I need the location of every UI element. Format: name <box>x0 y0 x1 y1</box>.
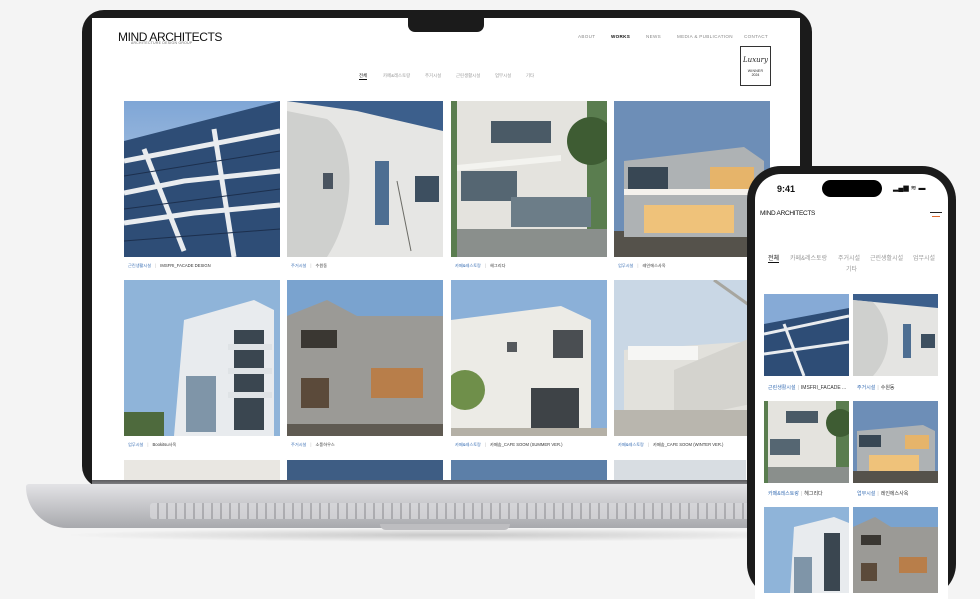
nav-news[interactable]: NEWS <box>646 34 661 39</box>
project-title: IMSFRI_FACADE ... <box>800 385 847 391</box>
project-category: 주거시설 <box>291 442 307 447</box>
project-title: 수원동 <box>880 385 895 391</box>
project-caption[interactable]: 주거시설 | 소풍하우스 <box>291 442 335 448</box>
project-thumb-partial[interactable] <box>451 460 607 480</box>
project-thumb-partial[interactable] <box>614 460 746 480</box>
phone-status-icons: ▂▄▆ ≋ ▬ <box>893 185 926 192</box>
phone-project-thumb[interactable] <box>853 294 938 376</box>
project-category: 근린생활시설 <box>768 385 796 391</box>
phone-project-caption[interactable]: 카페&레스토랑 | 헤그리다 <box>768 490 823 497</box>
project-thumb-cafe-terraces[interactable] <box>451 101 607 257</box>
phone-filter-cafe-restaurant[interactable]: 카페&레스토랑 <box>790 253 827 262</box>
site-logo-subtitle: ARCHITECTURE DESIGN GROUP <box>131 41 193 45</box>
laptop-notch <box>408 18 484 32</box>
project-category: 근린생활시설 <box>128 263 152 268</box>
phone-status-time: 9:41 <box>777 184 796 194</box>
phone-project-caption[interactable]: 업무시설 | 레인에스사옥 <box>857 490 908 497</box>
phone-project-thumb[interactable] <box>853 507 938 593</box>
laptop-trackpad-notch <box>380 524 510 530</box>
phone-project-thumb[interactable] <box>764 294 849 376</box>
phone-project-thumb[interactable] <box>853 401 938 483</box>
phone-menu-icon[interactable] <box>930 212 942 214</box>
project-caption[interactable]: 업무시설 | Bookitsu사옥 <box>128 442 176 448</box>
nav-media-publication[interactable]: MEDIA & PUBLICATION <box>677 34 733 39</box>
phone-site-logo[interactable]: MIND ARCHITECTS <box>760 210 815 217</box>
phone-project-thumb[interactable] <box>764 507 849 593</box>
project-thumb-partial[interactable] <box>287 460 443 480</box>
project-title: Bookitsu사옥 <box>152 442 177 447</box>
award-badge: Luxury WINNER 2024 <box>740 46 771 86</box>
project-category: 카페&레스토랑 <box>455 442 481 447</box>
project-thumb-cafe-summer[interactable] <box>451 280 607 436</box>
phone-project-thumb[interactable] <box>764 401 849 483</box>
project-caption[interactable]: 카페&레스토랑 | 카페숨_CAFE SOOM (SUMMER VER.) <box>455 442 563 448</box>
phone-dynamic-island <box>822 180 882 197</box>
filter-office[interactable]: 업무시설 <box>495 73 511 79</box>
filter-residential[interactable]: 주거시설 <box>425 73 441 79</box>
filter-etc[interactable]: 기타 <box>526 73 534 79</box>
project-thumb-tower[interactable] <box>124 280 280 436</box>
project-caption[interactable]: 주거시설 | 수원동 <box>291 263 327 269</box>
nav-about[interactable]: ABOUT <box>578 34 595 39</box>
project-thumb-white-house[interactable] <box>287 101 443 257</box>
filter-all[interactable]: 전체 <box>359 73 368 80</box>
project-title: 카페숨_CAFE SOOM (WINTER VER.) <box>653 442 724 447</box>
project-title: 수원동 <box>315 263 328 268</box>
phone-project-caption[interactable]: 근린생활시설 | IMSFRI_FACADE ... <box>768 384 846 391</box>
phone-filter-etc[interactable]: 기타 <box>846 264 857 273</box>
project-title: IMSFRI_FACADE DESIGN <box>160 263 211 268</box>
project-caption[interactable]: 근린생활시설 | IMSFRI_FACADE DESIGN <box>128 263 211 269</box>
award-badge-logo: Luxury <box>743 56 768 64</box>
project-title: 카페숨_CAFE SOOM (SUMMER VER.) <box>490 442 563 447</box>
nav-works[interactable]: WORKS <box>611 34 630 39</box>
project-title: 헤그리다 <box>804 491 823 497</box>
project-caption[interactable]: 업무시설 | 레인에스사옥 <box>618 263 666 269</box>
laptop-keyboard <box>150 503 750 519</box>
project-category: 주거시설 <box>291 263 307 268</box>
project-category: 카페&레스토랑 <box>455 263 481 268</box>
phone-project-caption[interactable]: 주거시설 | 수원동 <box>857 384 895 391</box>
phone-filter-neighborhood[interactable]: 근린생활시설 <box>870 253 903 262</box>
phone-filter-office[interactable]: 업무시설 <box>913 253 935 262</box>
award-badge-year: 2024 <box>751 73 760 77</box>
project-category: 업무시설 <box>128 442 144 447</box>
project-category: 카페&레스토랑 <box>618 442 644 447</box>
project-title: 레인에스사옥 <box>642 263 666 268</box>
phone-filter-residential[interactable]: 주거시설 <box>838 253 860 262</box>
project-category: 카페&레스토랑 <box>768 491 799 497</box>
filter-cafe-restaurant[interactable]: 카페&레스토랑 <box>383 73 410 79</box>
phone-filter-all[interactable]: 전체 <box>768 253 780 263</box>
project-thumb-stone-house[interactable] <box>287 280 443 436</box>
project-category: 주거시설 <box>857 385 876 391</box>
project-title: 소풍하우스 <box>315 442 335 447</box>
project-category: 업무시설 <box>857 491 876 497</box>
project-caption[interactable]: 카페&레스토랑 | 카페숨_CAFE SOOM (WINTER VER.) <box>618 442 723 448</box>
project-category: 업무시설 <box>618 263 634 268</box>
project-thumb-partial[interactable] <box>124 460 280 480</box>
laptop-shadow <box>60 528 830 542</box>
nav-contact[interactable]: CONTACT <box>744 34 768 39</box>
project-title: 헤그리다 <box>490 263 506 268</box>
project-thumb-glass-facade[interactable] <box>124 101 280 257</box>
phone-menu-icon-accent <box>932 216 940 218</box>
filter-neighborhood[interactable]: 근린생활시설 <box>456 73 480 79</box>
project-title: 레인에스사옥 <box>880 491 909 497</box>
project-caption[interactable]: 카페&레스토랑 | 헤그리다 <box>455 263 505 269</box>
